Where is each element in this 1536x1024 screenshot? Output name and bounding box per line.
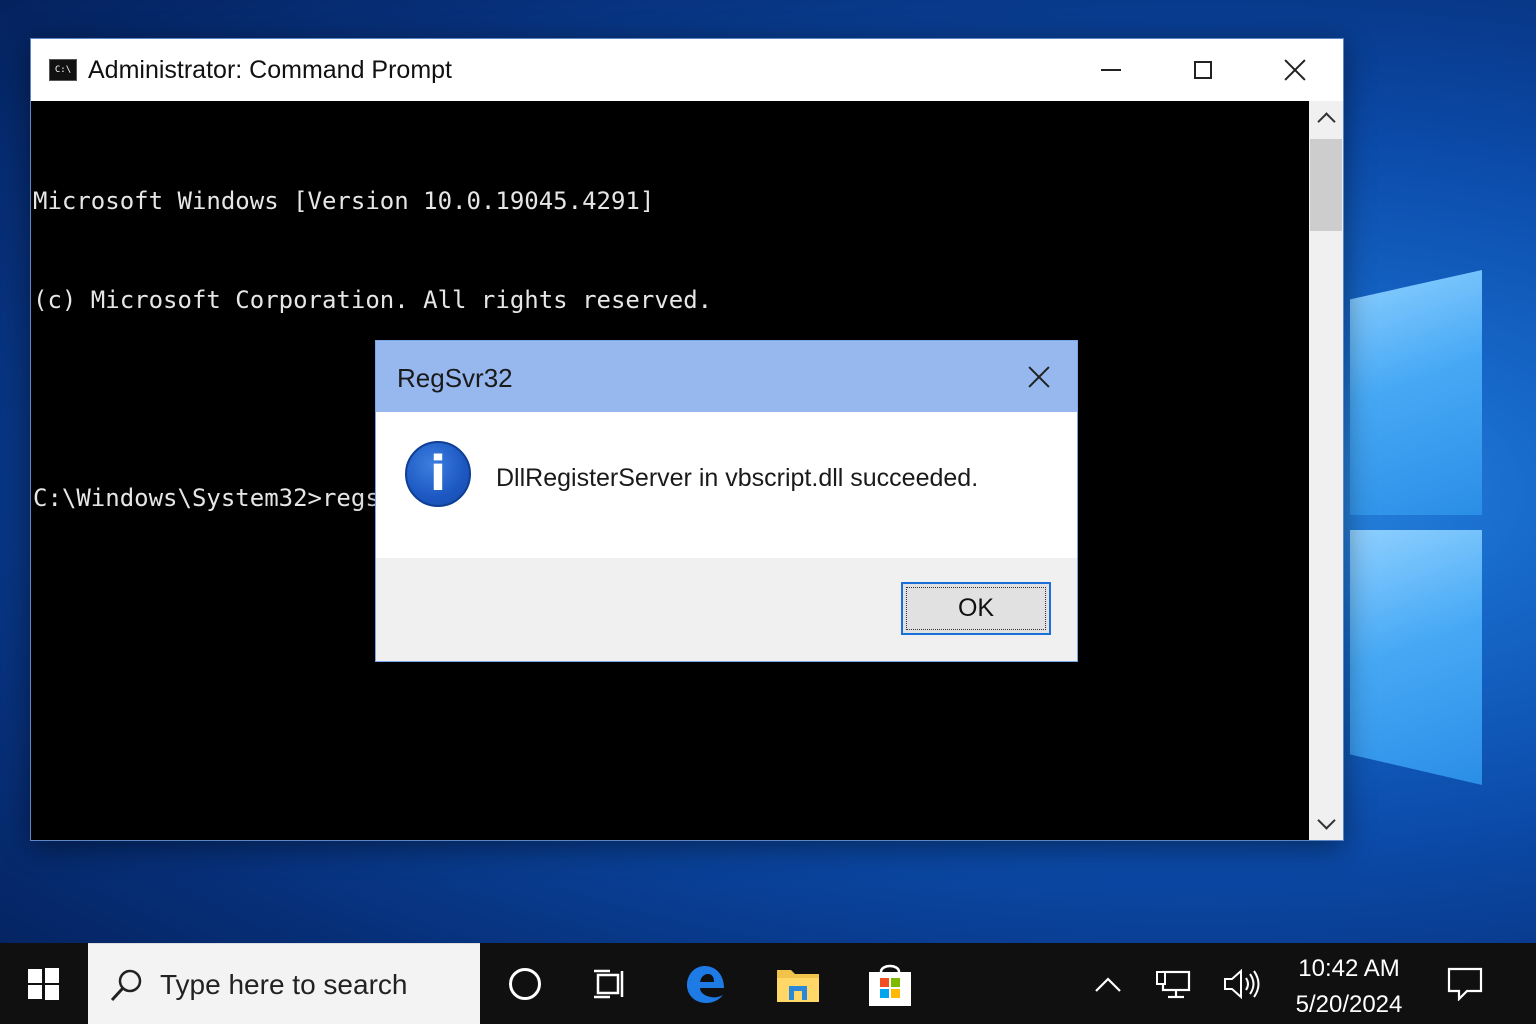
close-icon [1284,59,1306,81]
taskbar-clock[interactable]: 10:42 AM 5/20/2024 [1284,951,1414,1023]
minimize-icon [1101,69,1121,71]
logo-pane-bottom [1350,530,1482,785]
clock-time: 10:42 AM [1298,955,1400,982]
minimize-button[interactable] [1065,39,1157,101]
folder-icon [777,969,819,1002]
maximize-icon [1194,61,1212,79]
scroll-up-button[interactable] [1309,101,1343,135]
console-line: Microsoft Windows [Version 10.0.19045.42… [33,187,655,215]
info-icon: i [405,441,471,507]
network-icon [1156,970,1191,998]
maximize-button[interactable] [1157,39,1249,101]
chevron-up-icon [1095,976,1121,992]
store-icon [869,964,911,1006]
cmd-title-bar[interactable]: C:\ Administrator: Command Prompt [31,39,1343,101]
scroll-down-button[interactable] [1309,806,1343,840]
search-placeholder: Type here to search [160,969,408,1000]
chevron-up-icon [1316,111,1336,131]
dialog-message: DllRegisterServer in vbscript.dll succee… [496,464,979,492]
cmd-window-title: Administrator: Command Prompt [88,56,453,84]
task-view-button[interactable] [574,943,650,1024]
search-icon [110,969,142,1002]
cortana-button[interactable] [487,943,563,1024]
desktop-windows-logo [1330,250,1490,790]
close-button[interactable] [1249,39,1341,101]
logo-pane-top [1350,270,1482,515]
taskbar: Type here to search 10:42 AM 5/20/2024 [0,943,1536,1024]
speaker-icon [1224,968,1260,999]
dialog-body: i DllRegisterServer in vbscript.dll succ… [376,412,1077,558]
chevron-down-icon [1316,810,1336,830]
windows-start-icon [28,967,60,1000]
task-view-icon [594,969,624,998]
edge-browser-button[interactable] [668,943,744,1024]
edge-icon [687,965,724,1003]
scroll-thumb[interactable] [1310,139,1342,231]
start-button[interactable] [0,943,88,1024]
console-line: (c) Microsoft Corporation. All rights re… [33,286,713,314]
notification-icon [1447,967,1483,1001]
show-hidden-icons-button[interactable] [1090,943,1126,1024]
action-center-button[interactable] [1432,943,1498,1024]
microsoft-store-button[interactable] [852,943,928,1024]
clock-date: 5/20/2024 [1295,991,1403,1018]
network-button[interactable] [1150,943,1196,1024]
volume-button[interactable] [1218,943,1264,1024]
regsvr32-dialog: RegSvr32 i DllRegisterServer in vbscript… [375,340,1078,662]
dialog-title-bar[interactable]: RegSvr32 [376,341,1077,412]
dialog-title: RegSvr32 [397,363,513,393]
dialog-close-button[interactable] [1014,357,1064,397]
file-explorer-button[interactable] [760,943,836,1024]
close-icon [1028,366,1050,388]
cortana-icon [509,967,541,1000]
cmd-app-icon[interactable]: C:\ [49,59,77,81]
vertical-scrollbar[interactable] [1309,101,1343,840]
taskbar-search-box[interactable]: Type here to search [88,943,480,1024]
ok-button[interactable]: OK [901,582,1051,635]
